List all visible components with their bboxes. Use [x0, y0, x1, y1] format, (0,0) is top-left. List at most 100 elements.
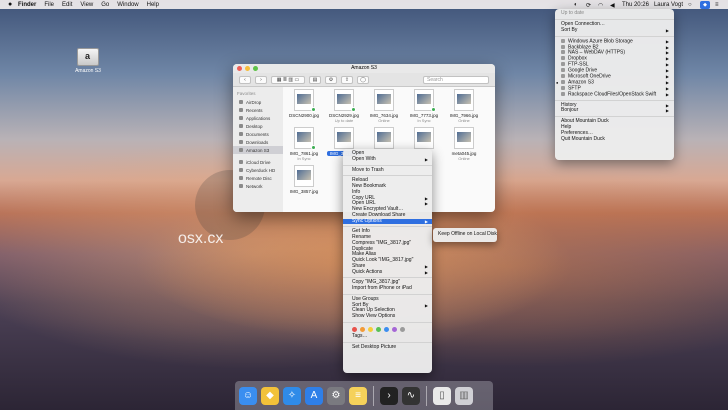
- group-button[interactable]: ▤: [309, 75, 321, 84]
- wifi-icon[interactable]: ◠: [598, 2, 605, 9]
- terminal-icon[interactable]: ›: [380, 386, 398, 405]
- action-gear-button[interactable]: ⚙: [325, 75, 337, 84]
- tag-yellow[interactable]: [368, 326, 373, 332]
- sidebar-item-applications[interactable]: Applications: [233, 114, 283, 122]
- desktop-drive-amazon-s3[interactable]: Amazon S3: [72, 48, 104, 74]
- file-item[interactable]: DSCN2900.jpg: [287, 89, 321, 118]
- menu-item-open-with[interactable]: Open With ▶: [343, 156, 432, 163]
- tag-orange[interactable]: [360, 326, 365, 332]
- menu-clock[interactable]: Thu 20:26: [622, 2, 649, 8]
- sync-badge-icon: [311, 107, 316, 112]
- menu-separator: [555, 99, 674, 101]
- tags-button[interactable]: ◯: [357, 75, 369, 84]
- file-item[interactable]: IMG_7966.jpg Online: [447, 89, 481, 123]
- menu-window[interactable]: Window: [117, 2, 138, 8]
- duck-status: Up to date: [561, 10, 585, 16]
- sidebar-item-downloads[interactable]: Downloads: [233, 138, 283, 146]
- tag-purple[interactable]: [392, 326, 397, 332]
- zoom-icon[interactable]: [253, 66, 258, 71]
- tag-red[interactable]: [352, 326, 357, 332]
- close-icon[interactable]: [237, 66, 242, 71]
- menu-separator: [555, 18, 674, 20]
- sidebar-item-amazon-s3[interactable]: Amazon S3: [233, 146, 283, 154]
- airdrop-icon: [239, 100, 243, 104]
- tag-green[interactable]: [376, 326, 381, 332]
- file-item[interactable]: IMG_7773.jpg In Sync: [407, 89, 441, 123]
- menu-item-tags[interactable]: Tags…: [343, 333, 432, 340]
- menu-file[interactable]: File: [44, 2, 54, 8]
- share-button[interactable]: ⇪: [341, 75, 353, 84]
- image-thumbnail: [334, 127, 354, 149]
- window-title: Amazon S3: [351, 65, 377, 71]
- menu-item-view-options[interactable]: Show View Options: [343, 313, 432, 320]
- tag-blue[interactable]: [384, 326, 389, 332]
- file-item[interactable]: meta045.jpg Online: [447, 127, 481, 161]
- menu-item-import-iphone[interactable]: Import from iPhone or iPad: [343, 285, 432, 292]
- menu-item-sort-by[interactable]: Sort By ▶: [555, 27, 674, 34]
- view-mode-selector[interactable]: ▦ ≣ ▥ ▭: [271, 75, 305, 84]
- search-icon[interactable]: ○: [688, 2, 695, 8]
- mountain-duck-icon[interactable]: ◆: [700, 0, 710, 9]
- menu-bar: ● Finder File Edit View Go Window Help ◐…: [0, 0, 728, 9]
- server-icon: [561, 50, 565, 55]
- menu-go[interactable]: Go: [101, 2, 109, 8]
- menu-separator: [343, 175, 432, 177]
- minimize-icon[interactable]: [245, 66, 250, 71]
- window-titlebar[interactable]: Amazon S3: [233, 64, 495, 73]
- file-item[interactable]: IMG_7634.jpg Online: [367, 89, 401, 123]
- menu-item-set-desktop-picture[interactable]: Set Desktop Picture: [343, 344, 432, 351]
- menu-item-sync-options[interactable]: Sync Options ▶: [343, 218, 432, 225]
- menu-separator: [343, 226, 432, 228]
- app-store-icon[interactable]: A: [305, 386, 323, 405]
- mountain-duck-icon[interactable]: ◆: [261, 386, 279, 405]
- applications-icon: [239, 116, 243, 120]
- file-item[interactable]: [407, 127, 441, 149]
- sidebar-item-remote-disc[interactable]: Remote Disc: [233, 174, 283, 182]
- sidebar-item-icloud[interactable]: iCloud Drive: [233, 158, 283, 166]
- image-thumbnail: [294, 165, 314, 187]
- menu-item-quick-actions[interactable]: Quick Actions ▶: [343, 269, 432, 276]
- apple-menu-icon[interactable]: ●: [8, 1, 18, 8]
- volume-icon[interactable]: ◀: [610, 2, 617, 9]
- file-item[interactable]: [367, 127, 401, 149]
- menu-edit[interactable]: Edit: [62, 2, 72, 8]
- file-item[interactable]: IMG_3857.jpg: [287, 165, 321, 194]
- menu-item-quit[interactable]: Quit Mountain Duck: [555, 136, 674, 143]
- image-thumbnail: [294, 89, 316, 112]
- menu-help[interactable]: Help: [147, 2, 159, 8]
- search-input[interactable]: Search: [423, 75, 489, 84]
- file-item[interactable]: DSCN2929.jpg Up to date: [327, 89, 361, 123]
- dock: ☺ ◆ ✧ A ⚙ ≡ › ∿ ▯ ▥: [235, 381, 493, 410]
- file-item[interactable]: IMG_7861.jpg In Sync: [287, 127, 321, 161]
- sidebar-item-documents[interactable]: Documents: [233, 130, 283, 138]
- document-icon[interactable]: ▯: [433, 386, 451, 405]
- menu-user[interactable]: Laura Vogt: [654, 2, 683, 8]
- rackspace-icon: [561, 91, 565, 96]
- system-preferences-icon[interactable]: ⚙: [327, 386, 345, 405]
- menu-finder[interactable]: Finder: [18, 2, 36, 8]
- clock-icon: [239, 108, 243, 112]
- forward-button[interactable]: ›: [255, 75, 267, 84]
- finder-icon[interactable]: ☺: [239, 386, 257, 405]
- sidebar-item-recents[interactable]: Recents: [233, 106, 283, 114]
- bookmark-rackspace[interactable]: Rackspace CloudFiles/OpenStack Swift ▶: [555, 91, 674, 98]
- menu-item-keep-offline[interactable]: Keep Offline on Local Disk: [433, 231, 497, 237]
- safari-icon[interactable]: ✧: [283, 386, 301, 405]
- menu-item-move-to-trash[interactable]: Move to Trash: [343, 167, 432, 174]
- image-thumbnail: [414, 89, 436, 112]
- status-icon[interactable]: ◐: [574, 2, 581, 8]
- back-button[interactable]: ‹: [239, 75, 251, 84]
- notification-center-icon[interactable]: ≡: [715, 2, 722, 8]
- activity-monitor-icon[interactable]: ∿: [402, 386, 420, 405]
- notes-icon[interactable]: ≡: [349, 386, 367, 405]
- sidebar-item-network[interactable]: Network: [233, 182, 283, 190]
- menu-view[interactable]: View: [80, 2, 93, 8]
- sidebar-item-desktop[interactable]: Desktop: [233, 122, 283, 130]
- sidebar-item-airdrop[interactable]: AirDrop: [233, 98, 283, 106]
- sync-badge-icon: [431, 107, 436, 112]
- sidebar-item-hd[interactable]: Cyberduck HD: [233, 166, 283, 174]
- tag-gray[interactable]: [400, 326, 405, 332]
- menu-item-bonjour[interactable]: Bonjour ▶: [555, 108, 674, 114]
- sync-status-icon[interactable]: ⟳: [586, 2, 593, 9]
- trash-icon[interactable]: ▥: [455, 386, 473, 405]
